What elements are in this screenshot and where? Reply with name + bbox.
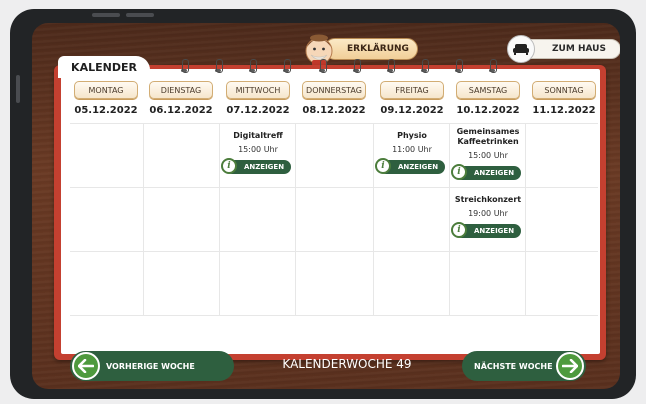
day-name-chip: FREITAG [380,81,444,99]
spiral-ring [182,59,189,73]
info-icon: i [451,222,467,238]
day-name-chip: DIENSTAG [149,81,213,99]
week-number-label: KALENDERWOCHE 49 [282,357,412,371]
info-icon: i [221,158,237,174]
spiral-ring [490,59,497,73]
event-time: 11:00 Uhr [392,145,432,154]
sofa-icon [507,35,535,63]
show-event-button[interactable]: i ANZEIGEN [451,164,521,180]
show-event-button[interactable]: i ANZEIGEN [221,158,291,174]
previous-week-label: VORHERIGE WOCHE [106,361,195,371]
grid-row-line [70,315,598,316]
day-column-header: SONNTAG 11.12.2022 [530,81,598,116]
day-date: 07.12.2022 [226,105,290,116]
day-name-chip: SONNTAG [532,81,596,99]
spiral-ring [388,59,395,73]
next-week-label: NÄCHSTE WOCHE [474,361,553,371]
grid-row-line [70,123,598,124]
grandfather-avatar-icon [305,34,333,66]
arrow-left-icon [72,352,100,380]
explain-button-label: ERKLÄRUNG [324,38,418,60]
event-time: 19:00 Uhr [468,209,508,218]
day-date: 06.12.2022 [149,105,213,116]
day-date: 10.12.2022 [456,105,520,116]
spiral-ring [284,59,291,73]
show-event-label: ANZEIGEN [397,163,439,171]
info-icon: i [451,164,467,180]
spiral-ring [250,59,257,73]
grid-row-line [70,187,598,188]
day-date: 05.12.2022 [74,105,138,116]
day-name-chip: MONTAG [74,81,138,99]
calendar-event: Streichkonzert 19:00 Uhr i ANZEIGEN [450,195,526,238]
explain-button[interactable]: ERKLÄRUNG [302,34,420,66]
show-event-label: ANZEIGEN [473,169,515,177]
app-screen: ERKLÄRUNG ZUM HAUS KALENDER MONTAG05.12 [32,23,620,389]
event-title: Digitaltreff [233,131,283,140]
day-name-chip: MITTWOCH [226,81,290,99]
event-time: 15:00 Uhr [238,145,278,154]
show-event-button[interactable]: i ANZEIGEN [375,158,445,174]
spiral-ring [320,59,327,73]
show-event-label: ANZEIGEN [243,163,285,171]
spiral-ring [354,59,361,73]
day-name-chip: SAMSTAG [456,81,520,99]
event-title: Streichkonzert [454,195,522,204]
event-time: 15:00 Uhr [468,151,508,160]
day-date: 09.12.2022 [380,105,444,116]
calendar-event: Digitaltreff 15:00 Uhr i ANZEIGEN [220,131,296,174]
home-button-label: ZUM HAUS [521,39,620,59]
day-column-header: MONTAG 05.12.2022 [72,81,140,116]
day-date: 08.12.2022 [302,105,366,116]
day-column-header: DONNERSTAG 08.12.2022 [300,81,368,116]
calendar-event: Physio 11:00 Uhr i ANZEIGEN [374,131,450,174]
next-week-button[interactable]: NÄCHSTE WOCHE [462,351,586,381]
spiral-ring [216,59,223,73]
hardware-button [92,13,120,17]
calendar-event: Gemeinsames Kaffeetrinken 15:00 Uhr i ANZEI… [450,127,526,180]
hardware-button [16,75,20,103]
day-column-header: MITTWOCH 07.12.2022 [224,81,292,116]
show-event-button[interactable]: i ANZEIGEN [451,222,521,238]
day-column-header: DIENSTAG 06.12.2022 [147,81,215,116]
spiral-ring [456,59,463,73]
day-date: 11.12.2022 [532,105,596,116]
home-button[interactable]: ZUM HAUS [507,35,620,63]
day-column-header: SAMSTAG 10.12.2022 [454,81,522,116]
event-title: Physio [397,131,427,140]
day-name-chip: DONNERSTAG [302,81,366,99]
calendar-tab: KALENDER [58,56,150,78]
show-event-label: ANZEIGEN [473,227,515,235]
day-column-header: FREITAG 09.12.2022 [378,81,446,116]
arrow-right-icon [556,352,584,380]
hardware-button [126,13,154,17]
previous-week-button[interactable]: VORHERIGE WOCHE [70,351,234,381]
spiral-ring [422,59,429,73]
info-icon: i [375,158,391,174]
grid-column-line [143,123,144,315]
event-title: Gemeinsames Kaffeetrinken [456,127,520,146]
grid-row-line [70,251,598,252]
